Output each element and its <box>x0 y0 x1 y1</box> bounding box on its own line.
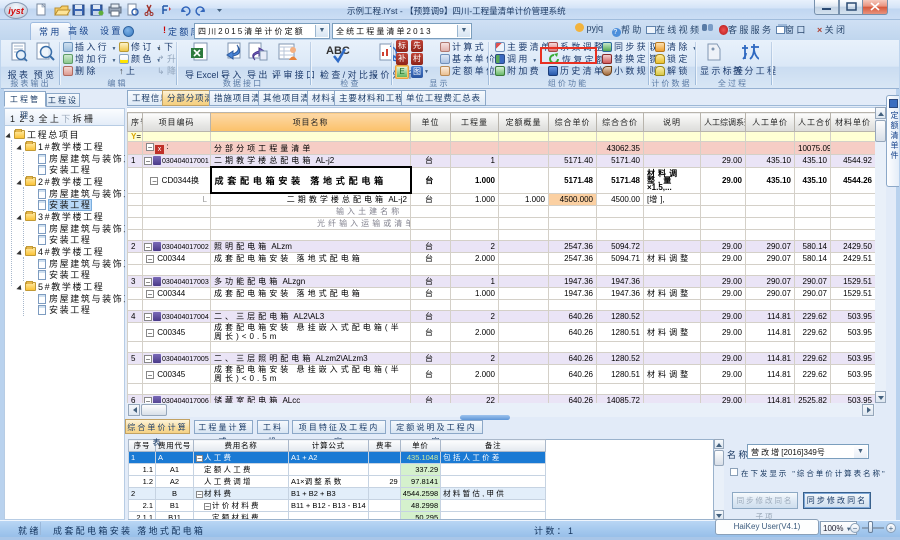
svg-text:ABC: ABC <box>326 45 350 57</box>
